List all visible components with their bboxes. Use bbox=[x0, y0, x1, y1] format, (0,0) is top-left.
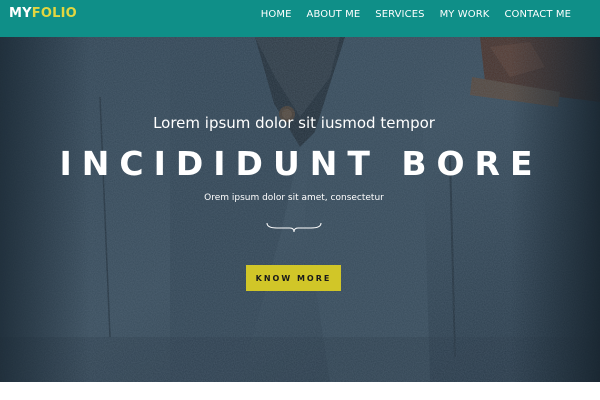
nav-link-my-work[interactable]: MY WORK bbox=[440, 9, 490, 20]
hero-tagline: Orem ipsum dolor sit amet, consectetur bbox=[204, 193, 384, 203]
curly-brace-divider-icon bbox=[266, 222, 322, 233]
top-navbar: MYFOLIO HOME ABOUT ME SERVICES MY WORK C… bbox=[0, 0, 600, 37]
site-logo[interactable]: MYFOLIO bbox=[9, 6, 77, 21]
nav-link-services[interactable]: SERVICES bbox=[375, 9, 424, 20]
logo-text-folio: FOLIO bbox=[31, 6, 77, 21]
hero-section: Lorem ipsum dolor sit iusmod tempor INCI… bbox=[0, 37, 600, 382]
nav-link-home[interactable]: HOME bbox=[261, 9, 292, 20]
know-more-button[interactable]: KNOW MORE bbox=[246, 265, 341, 291]
logo-text-my: MY bbox=[9, 6, 32, 21]
nav-menu: HOME ABOUT ME SERVICES MY WORK CONTACT M… bbox=[246, 0, 571, 28]
nav-link-about-me[interactable]: ABOUT ME bbox=[307, 9, 361, 20]
nav-link-contact-me[interactable]: CONTACT ME bbox=[504, 9, 571, 20]
hero-content: Lorem ipsum dolor sit iusmod tempor INCI… bbox=[0, 37, 600, 382]
hero-title: INCIDIDUNT BORE bbox=[59, 144, 543, 183]
hero-subtitle: Lorem ipsum dolor sit iusmod tempor bbox=[153, 114, 435, 132]
